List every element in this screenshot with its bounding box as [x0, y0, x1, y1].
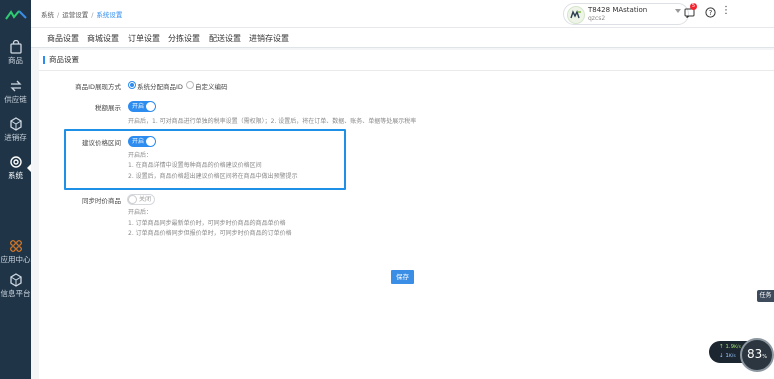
- sidebar-item-label: 进销存: [4, 133, 27, 142]
- sidebar-item-info-platform[interactable]: 信息平台: [0, 273, 31, 299]
- breadcrumb: 系统 / 运营设置 / 系统设置: [41, 9, 122, 19]
- sync-price-hint: 开启后：: [128, 209, 153, 216]
- radio-system-id-label[interactable]: 系统分配商品ID: [137, 81, 183, 91]
- tax-hint: 开启后，1. 可对商品进行单独的税率设置（需权限）；2. 设置后，将在订单、数据…: [128, 118, 417, 125]
- sync-price-hint: 2. 订单商品价格同步但报价单时，可同步时价商品的订单价格: [128, 230, 292, 237]
- sidebar-item-inventory[interactable]: 进销存: [0, 117, 31, 143]
- tab-inventory-settings[interactable]: 进销存设置: [249, 33, 289, 44]
- tab-delivery-settings[interactable]: 配送设置: [209, 33, 241, 44]
- sidebar: 商品 供应链 进销存 系统 应用中心 信息平台: [0, 0, 31, 379]
- radio-custom-code-label[interactable]: 自定义编码: [195, 81, 228, 91]
- switch-text: 开启: [132, 103, 145, 110]
- task-button[interactable]: 任务: [757, 290, 774, 302]
- switch-text: 开启: [132, 138, 145, 145]
- suggested-price-hint: 开启后：: [128, 152, 153, 159]
- sidebar-item-label: 信息平台: [0, 289, 31, 298]
- app-logo[interactable]: [5, 9, 27, 21]
- switch-knob: [146, 102, 155, 111]
- user-account: qzcs2: [588, 15, 606, 22]
- section-title: 商品设置: [43, 56, 79, 64]
- tax-label: 税额展示: [95, 104, 121, 112]
- cube-icon: [9, 273, 22, 287]
- sidebar-item-goods[interactable]: 商品: [0, 40, 31, 66]
- suggested-price-hint: 2. 设置后，商品价格超出建议价格区间将在商品中做出预警提示: [128, 173, 298, 180]
- avatar-logo-icon: [570, 10, 581, 19]
- suggested-price-switch[interactable]: 开启: [128, 136, 156, 147]
- sidebar-item-app-center[interactable]: 应用中心: [0, 239, 31, 265]
- sync-price-label: 同步时价商品: [82, 197, 121, 205]
- settings-tabs: 商品设置 商城设置 订单设置 分拣设置 配送设置 进销存设置: [31, 28, 774, 48]
- inventory-icon: [9, 117, 22, 131]
- tab-goods-settings[interactable]: 商品设置: [47, 33, 79, 44]
- gear-icon: [9, 156, 22, 168]
- breadcrumb-current: 系统设置: [96, 11, 123, 19]
- sync-price-switch[interactable]: 关闭: [127, 194, 155, 205]
- shopping-bag-icon: [9, 40, 22, 54]
- section-divider: [39, 70, 774, 71]
- breadcrumb-item[interactable]: 运营设置: [62, 11, 88, 19]
- gauge-value: 83: [746, 347, 763, 361]
- sidebar-item-label: 系统: [8, 171, 23, 180]
- chevron-down-icon: [675, 9, 681, 13]
- tax-switch[interactable]: 开启: [128, 101, 156, 112]
- user-menu[interactable]: T8428 MAstation qzcs2: [563, 3, 689, 25]
- gauge-unit: %: [762, 354, 768, 360]
- suggested-price-label: 建议价格区间: [82, 139, 121, 147]
- avatar: [567, 6, 585, 24]
- sidebar-item-label: 商品: [8, 56, 23, 65]
- sidebar-item-label: 应用中心: [0, 255, 31, 264]
- save-button[interactable]: 保存: [391, 270, 414, 284]
- sync-price-hint: 1. 订单商品同步最新单价时，可同步时价商品的商品单价格: [128, 220, 286, 227]
- upload-speed: ↑ 1.9K/s: [719, 344, 741, 350]
- switch-text: 关闭: [139, 196, 152, 203]
- help-icon[interactable]: ?: [705, 7, 716, 18]
- breadcrumb-separator: /: [91, 11, 94, 19]
- tab-sorting-settings[interactable]: 分拣设置: [168, 33, 200, 44]
- download-speed: ↓ 1K/s: [719, 353, 736, 359]
- upload-speed-value: 1.9: [725, 344, 735, 350]
- sidebar-item-system[interactable]: 系统: [0, 155, 31, 181]
- sidebar-item-supply-chain[interactable]: 供应链: [0, 79, 31, 105]
- switch-knob: [146, 137, 155, 146]
- radio-system-id[interactable]: [128, 81, 136, 89]
- tab-mall-settings[interactable]: 商城设置: [87, 33, 119, 44]
- app-center-icon: [9, 240, 22, 252]
- breadcrumb-item[interactable]: 系统: [41, 11, 54, 19]
- suggested-price-hint: 1. 在商品详情中设置每种商品的价格建议价格区间: [128, 162, 262, 169]
- breadcrumb-separator: /: [57, 11, 60, 19]
- radio-custom-code[interactable]: [186, 81, 194, 89]
- supply-chain-icon: [9, 80, 22, 92]
- notification-badge: 5: [690, 3, 697, 10]
- user-name: T8428 MAstation: [588, 6, 648, 14]
- download-speed-unit: K/s: [728, 354, 736, 359]
- more-vertical-icon[interactable]: ⋮: [721, 6, 731, 16]
- svg-text:?: ?: [709, 9, 713, 17]
- switch-knob: [128, 195, 137, 204]
- cpu-gauge[interactable]: 83%: [740, 338, 774, 372]
- sidebar-item-label: 供应链: [4, 95, 27, 104]
- id-mode-label: 商品ID展现方式: [75, 83, 121, 91]
- tab-order-settings[interactable]: 订单设置: [128, 33, 160, 44]
